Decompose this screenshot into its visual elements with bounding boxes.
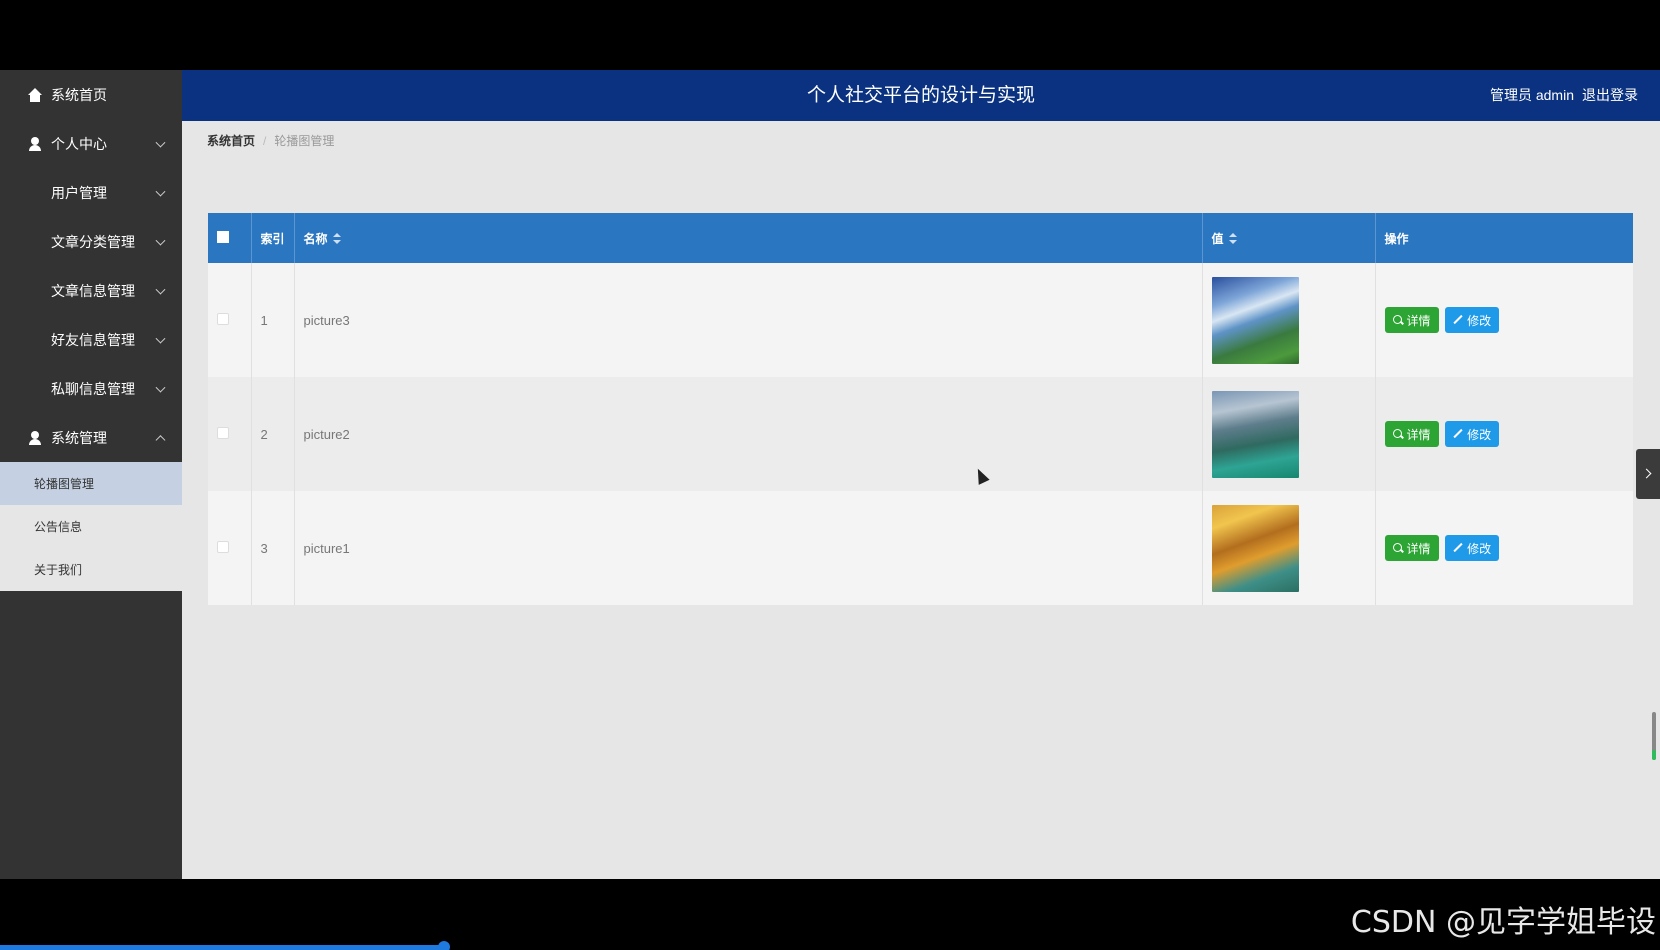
select-all-header[interactable] [208,213,252,263]
chevron-down-icon [155,333,166,344]
chevron-down-icon [155,235,166,246]
sidebar-item-label: 文章分类管理 [51,233,135,250]
admin-label: 管理员 admin [1489,87,1574,103]
sidebar: 系统首页 个人中心 用户管理 文章分类管理 文章信息管理 好友信息管理 私聊信息… [0,70,182,879]
row-index: 3 [251,491,295,605]
breadcrumb-current: 轮播图管理 [274,134,335,148]
column-header-value[interactable]: 值 [1202,213,1376,263]
chevron-down-icon [155,284,166,295]
sidebar-item-label: 好友信息管理 [51,331,135,348]
sidebar-item-label: 系统首页 [51,86,107,103]
grid-icon [28,333,42,347]
sidebar-item-personal-center[interactable]: 个人中心 [0,119,182,168]
app-frame: 系统首页 个人中心 用户管理 文章分类管理 文章信息管理 好友信息管理 私聊信息… [0,70,1660,879]
table-row: 3 picture1 详情 修改 [208,491,1633,605]
autumn-forest-thumbnail [1211,504,1299,592]
user-icon [28,430,42,445]
sidebar-item-system-management[interactable]: 系统管理 [0,413,182,462]
edit-button-label: 修改 [1467,541,1492,556]
grid-icon [28,382,42,396]
sidebar-item-label: 私聊信息管理 [51,380,135,397]
video-progress-knob[interactable] [438,941,450,950]
row-checkbox[interactable] [217,426,229,439]
detail-button[interactable]: 详情 [1384,535,1439,561]
submenu-item-announcement[interactable]: 公告信息 [0,505,182,548]
sidebar-item-friend-info[interactable]: 好友信息管理 [0,315,182,364]
detail-button[interactable]: 详情 [1384,421,1439,447]
breadcrumb-separator: / [263,133,267,148]
grid-icon [28,284,42,298]
sidebar-item-home[interactable]: 系统首页 [0,70,182,119]
page-title: 个人社交平台的设计与实现 [806,85,1035,106]
row-index: 2 [251,377,295,491]
edit-button-label: 修改 [1467,313,1492,328]
search-icon [1392,543,1403,553]
detail-button-label: 详情 [1406,427,1431,442]
breadcrumb-home[interactable]: 系统首页 [207,132,255,149]
side-panel-toggle[interactable] [1636,449,1660,499]
detail-button-label: 详情 [1406,541,1431,556]
chevron-down-icon [155,382,166,393]
sidebar-item-label: 系统管理 [51,429,107,446]
user-icon [28,136,42,151]
top-header: 个人社交平台的设计与实现 管理员 admin 退出登录 [182,70,1660,121]
column-header-actions: 操作 [1384,231,1409,246]
sort-icon[interactable] [1228,232,1237,244]
search-icon [1392,429,1403,439]
lake-mountain-thumbnail [1211,390,1299,478]
pencil-icon [1453,429,1463,439]
submenu-item-about-us[interactable]: 关于我们 [0,548,182,591]
sidebar-item-label: 文章信息管理 [51,282,135,299]
row-index: 1 [251,263,295,377]
grid-icon [28,186,42,200]
waterfall-thumbnail [1211,276,1299,364]
edit-button[interactable]: 修改 [1445,535,1500,561]
edit-button-label: 修改 [1467,427,1492,442]
grid-icon [28,235,42,249]
scroll-indicator[interactable] [1652,712,1656,760]
chevron-down-icon [155,137,166,148]
watermark: CSDN @见字学姐毕设 [1350,905,1656,940]
home-icon [28,87,42,102]
edit-button[interactable]: 修改 [1445,307,1500,333]
search-icon [1392,315,1403,325]
pencil-icon [1453,543,1463,553]
video-progress-bar[interactable] [0,945,444,950]
column-header-name[interactable]: 名称 [294,213,1203,263]
header-user-area: 管理员 admin 退出登录 [1490,70,1638,121]
select-all-checkbox[interactable] [217,230,229,243]
sidebar-item-label: 用户管理 [51,184,107,201]
table-row: 2 picture2 详情 修改 [208,377,1633,491]
submenu-item-carousel[interactable]: 轮播图管理 [0,462,182,505]
breadcrumb: 系统首页 / 轮播图管理 [207,132,334,149]
system-submenu: 轮播图管理 公告信息 关于我们 [0,462,182,591]
edit-button[interactable]: 修改 [1445,421,1500,447]
column-header-index: 索引 [251,213,295,263]
logout-link[interactable]: 退出登录 [1582,70,1638,121]
sidebar-item-article-info[interactable]: 文章信息管理 [0,266,182,315]
pencil-icon [1453,315,1463,325]
detail-button[interactable]: 详情 [1384,307,1439,333]
table-header-row: 索引 名称 值 操作 [208,213,1633,263]
column-header-name-label: 名称 [303,231,328,246]
chevron-up-icon [155,434,166,445]
chevron-down-icon [155,186,166,197]
sidebar-item-user-management[interactable]: 用户管理 [0,168,182,217]
sidebar-item-private-chat[interactable]: 私聊信息管理 [0,364,182,413]
sidebar-item-article-category[interactable]: 文章分类管理 [0,217,182,266]
row-checkbox[interactable] [217,540,229,553]
detail-button-label: 详情 [1406,313,1431,328]
carousel-table: 索引 名称 值 操作 1 picture3 详情 修改 2 picture2 详… [208,213,1633,605]
row-name: picture1 [294,491,1203,605]
row-name: picture2 [294,377,1203,491]
row-name: picture3 [294,263,1203,377]
column-header-value-label: 值 [1211,231,1224,246]
sidebar-item-label: 个人中心 [51,135,107,152]
row-checkbox[interactable] [217,312,229,325]
sort-icon[interactable] [332,232,341,244]
table-row: 1 picture3 详情 修改 [208,263,1633,377]
